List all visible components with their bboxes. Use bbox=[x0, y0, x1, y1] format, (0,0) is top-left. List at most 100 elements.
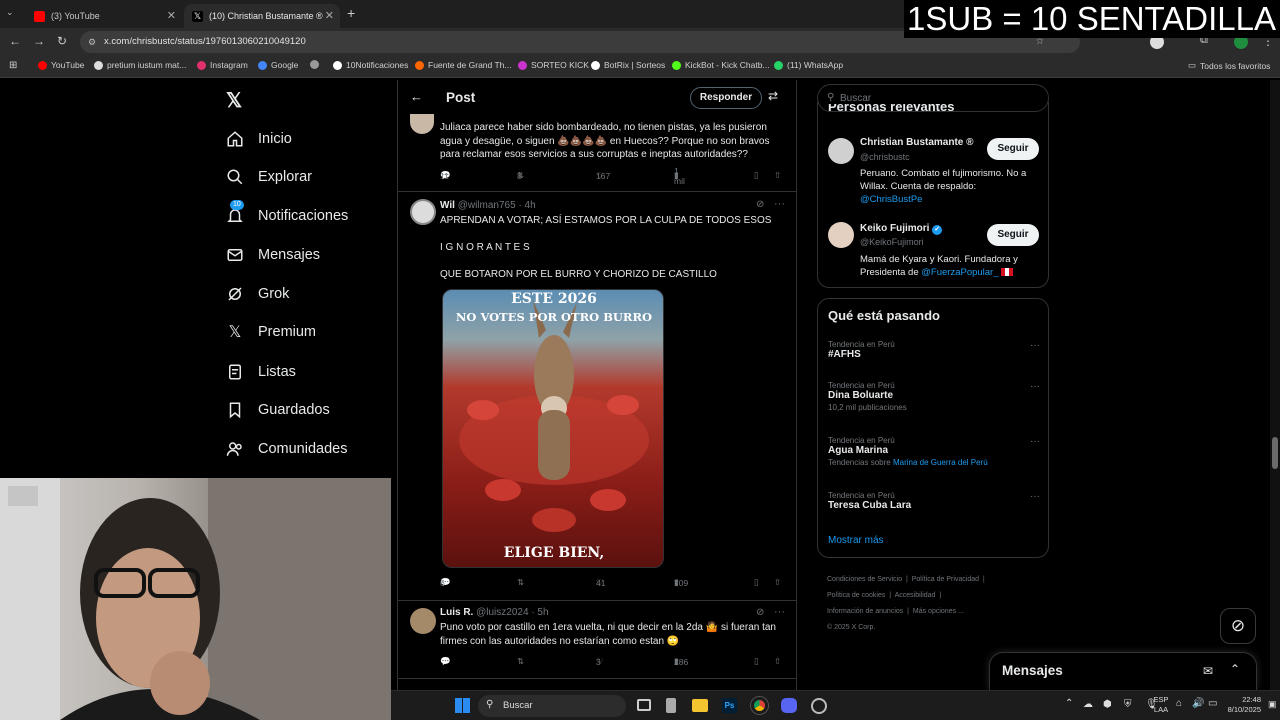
person-handle[interactable]: @chrisbustc bbox=[860, 152, 910, 162]
trend-item[interactable]: Tendencia en Perú Agua Marina Tendencias… bbox=[828, 436, 1040, 467]
scrollbar-thumb[interactable] bbox=[1272, 437, 1278, 469]
repost-icon[interactable]: ⇅ bbox=[517, 577, 524, 588]
nav-grok[interactable]: Grok bbox=[226, 282, 289, 306]
new-tab-button[interactable]: + bbox=[347, 5, 355, 21]
app-icon[interactable] bbox=[666, 698, 676, 713]
bookmark-icon[interactable]: ▯ bbox=[754, 577, 759, 588]
back-icon[interactable]: ← bbox=[9, 34, 21, 48]
like-icon[interactable]: ♡ 167 bbox=[596, 170, 610, 181]
views-icon[interactable]: ▮ 1 mil bbox=[674, 166, 685, 186]
clock[interactable]: 22:48 8/10/2025 bbox=[1209, 695, 1261, 715]
volume-icon[interactable]: 🔊 bbox=[1192, 698, 1204, 709]
tab-youtube[interactable]: (3) YouTube ✕ bbox=[26, 4, 182, 28]
footer-link[interactable]: Condiciones de Servicio bbox=[827, 576, 902, 583]
nav-communities[interactable]: Comunidades bbox=[226, 437, 347, 461]
person-name[interactable]: Keiko Fujimori ✓ bbox=[860, 223, 943, 235]
onedrive-icon[interactable]: ☁ bbox=[1083, 699, 1093, 710]
bookmark-unnamed[interactable] bbox=[310, 60, 323, 69]
more-options-icon[interactable]: ··· bbox=[774, 198, 785, 210]
share-icon[interactable]: ⇧ bbox=[774, 656, 781, 667]
bio-link[interactable]: @ChrisBustPe bbox=[860, 194, 922, 205]
avatar[interactable] bbox=[410, 114, 434, 134]
bookmark-botrix[interactable]: BotRix | Sorteos bbox=[591, 60, 665, 70]
tab-x-post[interactable]: 𝕏 (10) Christian Bustamante ® en ✕ bbox=[184, 4, 340, 28]
language-indicator[interactable]: ESP LAA bbox=[1150, 695, 1172, 715]
footer-link[interactable]: Información de anuncios bbox=[827, 608, 903, 615]
grok-floating-button[interactable]: ⊘ bbox=[1220, 608, 1256, 644]
site-info-icon[interactable]: ⚙ bbox=[88, 31, 96, 53]
tab-search-button[interactable]: ⌄ bbox=[6, 7, 20, 21]
bookmark-icon[interactable]: ▯ bbox=[754, 170, 759, 181]
footer-link[interactable]: Política de cookies bbox=[827, 592, 885, 599]
like-icon[interactable]: ♡ 3 bbox=[596, 656, 606, 667]
tweet-time[interactable]: · 5h bbox=[531, 607, 548, 618]
trend-item[interactable]: Tendencia en Perú #AFHS ··· bbox=[828, 340, 1040, 360]
more-options-icon[interactable]: ··· bbox=[1030, 491, 1040, 502]
bookmark-icon[interactable]: ▯ bbox=[754, 656, 759, 667]
show-more-link[interactable]: Mostrar más bbox=[828, 535, 884, 546]
follow-button[interactable]: Seguir bbox=[987, 138, 1039, 160]
avatar[interactable] bbox=[410, 199, 436, 225]
bookmark-instagram[interactable]: Instagram bbox=[197, 60, 248, 70]
chrome-icon[interactable] bbox=[751, 697, 768, 714]
trend-item[interactable]: Tendencia en Perú Teresa Cuba Lara ··· bbox=[828, 491, 1040, 511]
repost-icon[interactable]: ⇅ bbox=[517, 656, 524, 667]
more-options-icon[interactable]: ··· bbox=[1030, 340, 1040, 351]
forward-icon[interactable]: → bbox=[33, 34, 45, 48]
bookmark-pretium[interactable]: pretium iustum mat... bbox=[94, 60, 186, 70]
all-favorites-button[interactable]: ▭ Todos los favoritos bbox=[1188, 60, 1270, 71]
reload-icon[interactable]: ↻ bbox=[57, 34, 67, 48]
trend-item[interactable]: Tendencia en Perú Dina Boluarte 10,2 mil… bbox=[828, 381, 1040, 412]
close-icon[interactable]: ✕ bbox=[167, 9, 176, 22]
author-name[interactable]: Luis R. bbox=[440, 607, 473, 618]
bookmark-sorteo-kick[interactable]: SORTEO KICK bbox=[518, 60, 589, 70]
views-icon[interactable]: ▮ 709 bbox=[674, 577, 688, 588]
nav-premium[interactable]: 𝕏 Premium bbox=[226, 320, 316, 344]
wifi-icon[interactable]: ⌂ bbox=[1176, 698, 1182, 709]
author-handle[interactable]: @wilman765 bbox=[458, 200, 516, 211]
nav-bookmarks[interactable]: Guardados bbox=[226, 398, 330, 422]
bookmark-google[interactable]: Google bbox=[258, 60, 298, 70]
expand-icon[interactable]: ⌃ bbox=[1230, 662, 1240, 676]
reply-icon[interactable]: 💬 11 bbox=[440, 170, 453, 181]
grok-icon[interactable]: ⊘ bbox=[756, 199, 764, 210]
share-icon[interactable]: ⇧ bbox=[774, 577, 781, 588]
apps-icon[interactable]: ⊞ bbox=[9, 60, 17, 71]
nav-lists[interactable]: Listas bbox=[226, 360, 296, 384]
tweet-time[interactable]: · 4h bbox=[518, 200, 535, 211]
footer-link[interactable]: Más opciones ... bbox=[913, 608, 964, 615]
footer-link[interactable]: Accesibilidad bbox=[895, 592, 936, 599]
bookmark-whatsapp[interactable]: (11) WhatsApp bbox=[774, 60, 843, 70]
nav-explore[interactable]: Explorar bbox=[226, 165, 312, 189]
follow-button[interactable]: Seguir bbox=[987, 224, 1039, 246]
avatar[interactable] bbox=[410, 608, 436, 634]
chevron-up-icon[interactable]: ⌃ bbox=[1065, 698, 1073, 709]
close-icon[interactable]: ✕ bbox=[325, 9, 334, 22]
more-options-icon[interactable]: ··· bbox=[774, 606, 785, 618]
app-icon[interactable] bbox=[811, 698, 827, 714]
messages-drawer[interactable]: Mensajes ✉ ⌃ bbox=[989, 652, 1257, 690]
share-icon[interactable]: ⇧ bbox=[774, 170, 781, 181]
file-explorer-icon[interactable] bbox=[692, 699, 708, 712]
grok-icon[interactable]: ⊘ bbox=[756, 607, 764, 618]
tweet-image[interactable]: ESTE 2026 NO VOTES POR OTRO BURRO ELIGE … bbox=[442, 289, 664, 568]
repost-icon[interactable]: ⇅ 8 bbox=[517, 170, 526, 181]
person-name[interactable]: Christian Bustamante ® bbox=[860, 137, 974, 148]
network-icon[interactable]: ⬢ bbox=[1103, 699, 1112, 710]
footer-link[interactable]: Política de Privacidad bbox=[912, 576, 979, 583]
nav-messages[interactable]: Mensajes bbox=[226, 243, 320, 267]
bio-link[interactable]: @FuerzaPopular_ bbox=[921, 267, 998, 278]
photoshop-icon[interactable]: Ps bbox=[722, 698, 737, 713]
reply-icon[interactable]: 💬 6 bbox=[440, 577, 453, 588]
scrollbar[interactable] bbox=[1270, 80, 1280, 690]
discord-icon[interactable] bbox=[781, 698, 797, 713]
nav-notifications[interactable]: 10 Notificaciones bbox=[226, 200, 348, 228]
avatar[interactable] bbox=[828, 222, 854, 248]
reply-icon[interactable]: 💬 bbox=[440, 656, 451, 667]
taskbar-search[interactable]: ⚲ Buscar bbox=[478, 695, 626, 717]
bookmark-kickbot[interactable]: KickBot - Kick Chatb... bbox=[672, 60, 770, 70]
task-view-icon[interactable] bbox=[637, 699, 651, 711]
filter-icon[interactable]: ⇄ bbox=[768, 89, 778, 103]
bookmark-10notificaciones[interactable]: 10Notificaciones bbox=[333, 60, 408, 70]
app-tray-icon[interactable]: ⛨ bbox=[1124, 699, 1132, 710]
